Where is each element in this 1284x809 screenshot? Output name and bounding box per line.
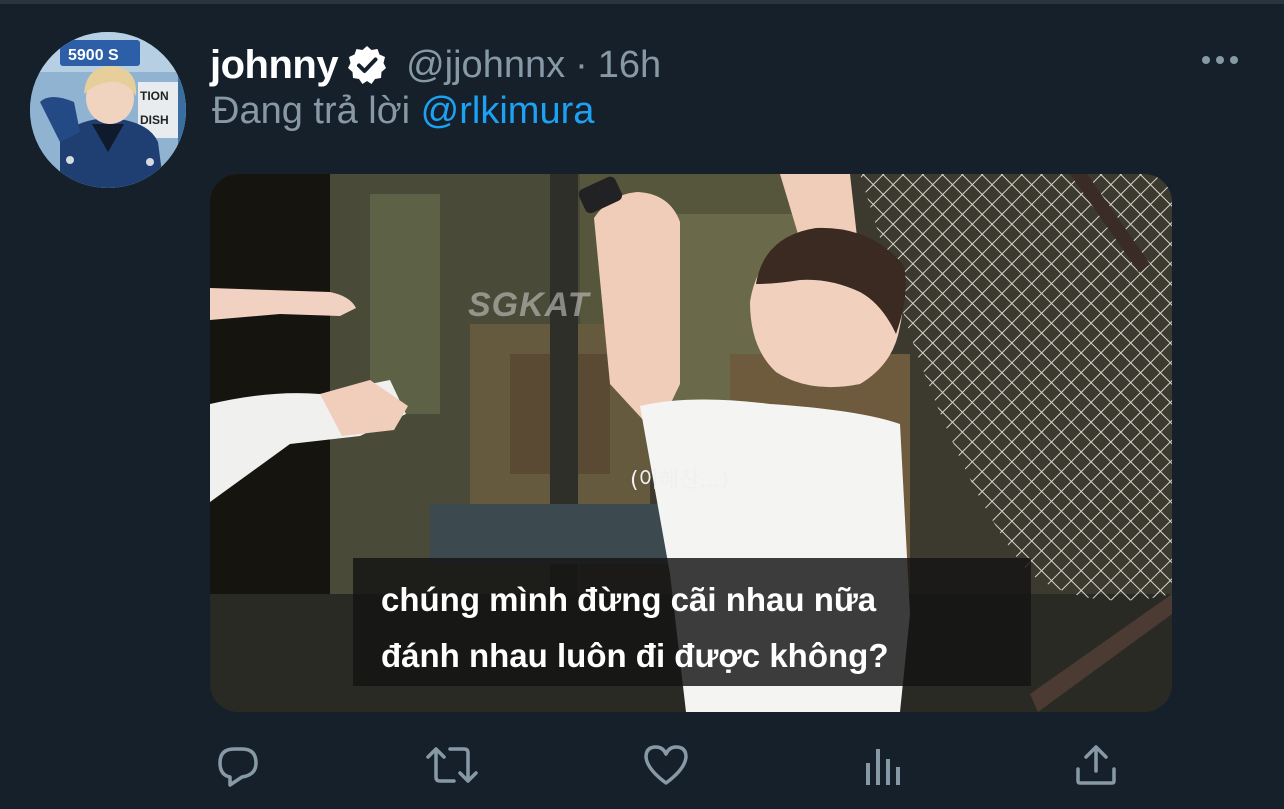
reply-context: Đang trả lời @rlkimura	[212, 90, 594, 133]
analytics-icon[interactable]	[854, 739, 910, 791]
share-icon[interactable]	[1068, 739, 1124, 791]
tweet-header: johnny @jjohnnx · 16h	[210, 42, 661, 88]
more-icon[interactable]	[1196, 44, 1244, 76]
avatar-sign-text: 5900 S	[68, 47, 119, 64]
tweet[interactable]: 5900 S TION DISH johnny @jjohnnx · 16h Đ…	[0, 0, 1284, 809]
retweet-icon[interactable]	[424, 739, 480, 791]
verified-badge-icon	[346, 44, 388, 86]
reply-prefix: Đang trả lời	[212, 90, 421, 132]
reply-icon[interactable]	[210, 739, 266, 791]
reply-mention-link[interactable]: @rlkimura	[421, 90, 595, 132]
media-watermark: SGKAT	[468, 286, 590, 324]
avatar-photo: 5900 S TION DISH	[30, 32, 186, 188]
author-handle[interactable]: @jjohnnx	[406, 44, 565, 87]
avatar[interactable]: 5900 S TION DISH	[30, 32, 186, 188]
tweet-media-image[interactable]: SGKAT (이해찬...) chúng mình đừng cãi nhau …	[210, 174, 1172, 712]
tweet-actions-bar	[210, 739, 1170, 791]
subtitle-line-2: đánh nhau luôn đi được không?	[381, 637, 889, 674]
subtitle-line-1: chúng mình đừng cãi nhau nữa	[381, 581, 877, 618]
avatar-sign-text-3: DISH	[140, 113, 169, 127]
separator-dot: ·	[575, 43, 588, 86]
subtitle-box: chúng mình đừng cãi nhau nữa đánh nhau l…	[353, 558, 1031, 686]
display-name[interactable]: johnny	[210, 43, 339, 88]
korean-caption: (이해찬...)	[630, 468, 729, 493]
avatar-sign-text-2: TION	[140, 89, 169, 103]
timestamp[interactable]: 16h	[598, 44, 661, 87]
like-icon[interactable]	[638, 739, 694, 791]
